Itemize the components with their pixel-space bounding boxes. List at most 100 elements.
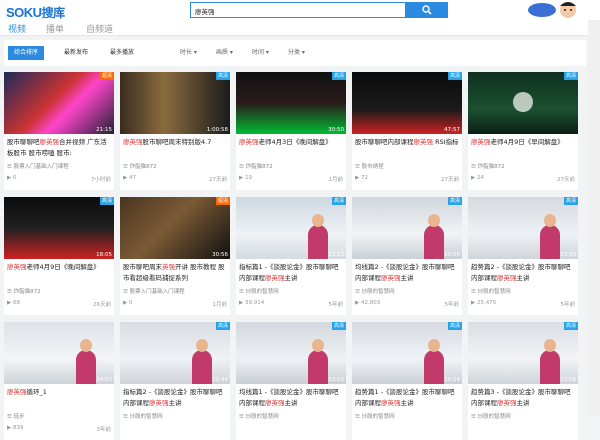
duration-label: 23:53 — [328, 377, 344, 383]
video-thumbnail[interactable]: 高清 25:55 — [352, 197, 462, 259]
video-card[interactable]: 高清 23:58 趋势篇3 -《談股论金》股市聊聊吧内部课程廖英强主讲 ☰ 炒股的智慧… — [468, 322, 578, 440]
video-card[interactable]: 超清 30:56 股市聊吧周末英强开讲 股市教程 股市看超级看码捕捉系列 ☰ 股票入门… — [120, 197, 230, 315]
scrollbar[interactable] — [588, 20, 600, 416]
sort-latest-button[interactable]: 最新发布 — [58, 46, 94, 60]
video-thumbnail[interactable]: 超清 30:56 — [120, 197, 230, 259]
soku-logo[interactable]: SOKU搜库 — [6, 4, 65, 21]
video-thumbnail[interactable]: 高清 30:50 — [236, 72, 346, 134]
category-dropdown[interactable]: 分类 ▾ — [288, 46, 305, 60]
video-thumbnail[interactable]: 高清 23:39 — [468, 197, 578, 259]
video-thumbnail[interactable]: 高清 23:58 — [468, 322, 578, 384]
video-title[interactable]: 股市聊吧周末英强开讲 股市教程 股市看超级看码捕捉系列 — [123, 262, 229, 284]
video-meta: ▶ 47 27天前 — [123, 175, 227, 183]
tab-playlist[interactable]: 播单 — [46, 22, 64, 35]
video-thumbnail[interactable]: 高清 23:53 — [236, 322, 346, 384]
uploader-name[interactable]: ☰ 股票入门基础入门课程 — [7, 162, 113, 170]
quality-badge: 超清 — [216, 197, 230, 205]
video-card[interactable]: 高清 21:44 指标篇2 -《談股论金》股市聊聊吧内部课程廖英强主讲 ☰ 炒股的智慧… — [120, 322, 230, 440]
uploader-name[interactable]: ☰ 徒步 — [7, 412, 113, 420]
quality-badge: 高清 — [216, 72, 230, 80]
uploader-name[interactable]: ☰ 炒股的智慧网 — [239, 287, 345, 295]
video-title[interactable]: 廖英强老师4月3日《晚间解盘》 — [239, 137, 345, 148]
video-title[interactable]: 趋势篇1 -《談股论金》股市聊聊吧内部课程廖英强主讲 — [355, 387, 461, 409]
sort-most-played-button[interactable]: 最多播放 — [104, 46, 140, 60]
uploader-name[interactable]: ☰ 股市绣捏 — [355, 162, 461, 170]
video-card[interactable]: 超清 21:15 股市聊聊吧廖英强合并视频 广东活板股市 股市唠嗑 股市: ☰ 股票入… — [4, 72, 114, 190]
video-card[interactable]: 24:53 廖英强循环_1 ☰ 徒步 ▶ 839 3年前 — [4, 322, 114, 440]
uploader-name[interactable]: ☰ 炸脂猫872 — [471, 162, 577, 170]
sort-default-button[interactable]: 综合排序 — [8, 46, 45, 60]
uploader-name[interactable]: ☰ 炸脂猫872 — [123, 162, 229, 170]
video-card[interactable]: 高清 18:05 廖英强老师4月9日《晚间解盘》 ☰ 炸脂猫872 ▶ 68 26天前 — [4, 197, 114, 315]
filter-bar: 综合排序 最新发布 最多播放 时长 ▾ 画质 ▾ 时间 ▾ 分类 ▾ — [4, 40, 586, 66]
video-thumbnail[interactable]: 超清 21:15 — [4, 72, 114, 134]
video-thumbnail[interactable]: 高清 1:00:58 — [120, 72, 230, 134]
duration-label: 21:44 — [212, 377, 228, 383]
duration-label: 20:14 — [444, 377, 460, 383]
uploader-name[interactable]: ☰ 炸脂猫872 — [239, 162, 345, 170]
video-title[interactable]: 股市聊聊吧廖英强合并视频 广东活板股市 股市唠嗑 股市: — [7, 137, 113, 159]
video-card[interactable]: 高清 30:50 廖英强老师4月3日《晚间解盘》 ☰ 炸脂猫872 ▶ 19 1月前 — [236, 72, 346, 190]
presenter-head — [312, 339, 324, 352]
presenter-head — [544, 214, 556, 227]
duration-label: 23:39 — [560, 252, 576, 258]
video-card[interactable]: 高清 47:57 股市聊聊吧内部课程廖英强 RSI指标 ☰ 股市绣捏 ▶ 72 27天前 — [352, 72, 462, 190]
video-title[interactable]: 廖英强股市聊吧周末特别版4.7 — [123, 137, 229, 148]
uploader-name[interactable]: ☰ 炒股的智慧网 — [355, 287, 461, 295]
video-card[interactable]: 高清 23:53 均线篇1 -《談股论金》股市聊聊吧内部课程廖英强主讲 ☰ 炒股的智慧… — [236, 322, 346, 440]
uploader-name[interactable]: ☰ 炸脂猫872 — [7, 287, 113, 295]
quality-badge: 高清 — [332, 197, 346, 205]
uploader-name[interactable]: ☰ 炒股的智慧网 — [355, 412, 461, 420]
uploader-name[interactable]: ☰ 炒股的智慧网 — [123, 412, 229, 420]
top-bar: SOKU搜库 廖英强 — [0, 0, 600, 20]
video-title[interactable]: 趋势篇3 -《談股论金》股市聊聊吧内部课程廖英强主讲 — [471, 387, 577, 409]
presenter-head — [428, 214, 440, 227]
uploader-name[interactable]: ☰ 炒股的智慧网 — [471, 287, 577, 295]
video-title[interactable]: 趋势篇2 -《談股论金》股市聊聊吧内部课程廖英强主讲 — [471, 262, 577, 284]
video-thumbnail[interactable]: 高清 — [468, 72, 578, 134]
tab-video[interactable]: 视频 — [8, 22, 26, 35]
video-card[interactable]: 高清 廖英强老师4月9日《早间解盘》 ☰ 炸脂猫872 ▶ 24 27天前 — [468, 72, 578, 190]
video-thumbnail[interactable]: 高清 18:05 — [4, 197, 114, 259]
quality-badge: 高清 — [332, 72, 346, 80]
video-thumbnail[interactable]: 高清 20:14 — [352, 322, 462, 384]
tab-channel[interactable]: 自频道 — [86, 22, 113, 35]
uploader-name[interactable]: ☰ 炒股的智慧网 — [471, 412, 577, 420]
play-icon[interactable] — [513, 92, 533, 112]
video-title[interactable]: 均线篇2 -《談股论金》股市聊聊吧内部课程廖英强主讲 — [355, 262, 461, 284]
video-thumbnail[interactable]: 高清 23:13 — [236, 197, 346, 259]
video-card[interactable]: 高清 23:39 趋势篇2 -《談股论金》股市聊聊吧内部课程廖英强主讲 ☰ 炒股的智慧… — [468, 197, 578, 315]
video-title[interactable]: 廖英强老师4月9日《早间解盘》 — [471, 137, 577, 148]
duration-label: 23:13 — [328, 252, 344, 258]
quality-dropdown[interactable]: 画质 ▾ — [216, 46, 233, 60]
uploader-name[interactable]: ☰ 股票入门基础入门课程 — [123, 287, 229, 295]
video-title[interactable]: 廖英强老师4月9日《晚间解盘》 — [7, 262, 113, 273]
video-meta: ▶ 19 1月前 — [239, 175, 343, 183]
duration-label: 1:00:58 — [206, 127, 228, 133]
video-thumbnail[interactable]: 高清 47:57 — [352, 72, 462, 134]
search-button[interactable] — [406, 2, 448, 18]
promo-banner[interactable] — [520, 0, 582, 20]
presenter-head — [544, 339, 556, 352]
quality-badge: 高清 — [564, 322, 578, 330]
video-title[interactable]: 均线篇1 -《談股论金》股市聊聊吧内部课程廖英强主讲 — [239, 387, 345, 409]
uploader-name[interactable]: ☰ 炒股的智慧网 — [239, 412, 345, 420]
time-dropdown[interactable]: 时间 ▾ — [252, 46, 269, 60]
video-thumbnail[interactable]: 24:53 — [4, 322, 114, 384]
video-thumbnail[interactable]: 高清 21:44 — [120, 322, 230, 384]
video-title[interactable]: 指标篇1 -《談股论金》股市聊聊吧内部课程廖英强主讲 — [239, 262, 345, 284]
search-input[interactable]: 廖英强 — [190, 2, 406, 18]
video-card[interactable]: 高清 20:14 趋势篇1 -《談股论金》股市聊聊吧内部课程廖英强主讲 ☰ 炒股的智慧… — [352, 322, 462, 440]
video-card[interactable]: 高清 23:13 指标篇1 -《談股论金》股市聊聊吧内部课程廖英强主讲 ☰ 炒股的智慧… — [236, 197, 346, 315]
video-title[interactable]: 廖英强循环_1 — [7, 387, 113, 398]
video-card[interactable]: 高清 1:00:58 廖英强股市聊吧周末特别版4.7 ☰ 炸脂猫872 ▶ 47 27天前 — [120, 72, 230, 190]
video-title[interactable]: 股市聊聊吧内部课程廖英强 RSI指标 — [355, 137, 461, 148]
quality-badge: 高清 — [564, 72, 578, 80]
video-title[interactable]: 指标篇2 -《談股论金》股市聊聊吧内部课程廖英强主讲 — [123, 387, 229, 409]
presenter-figure — [76, 350, 96, 384]
video-meta: ▶ 839 3年前 — [7, 425, 111, 433]
duration-dropdown[interactable]: 时长 ▾ — [180, 46, 197, 60]
video-meta: ▶ 39,914 5年前 — [239, 300, 343, 308]
video-card[interactable]: 高清 25:55 均线篇2 -《談股论金》股市聊聊吧内部课程廖英强主讲 ☰ 炒股的智慧… — [352, 197, 462, 315]
presenter-figure — [308, 225, 328, 259]
